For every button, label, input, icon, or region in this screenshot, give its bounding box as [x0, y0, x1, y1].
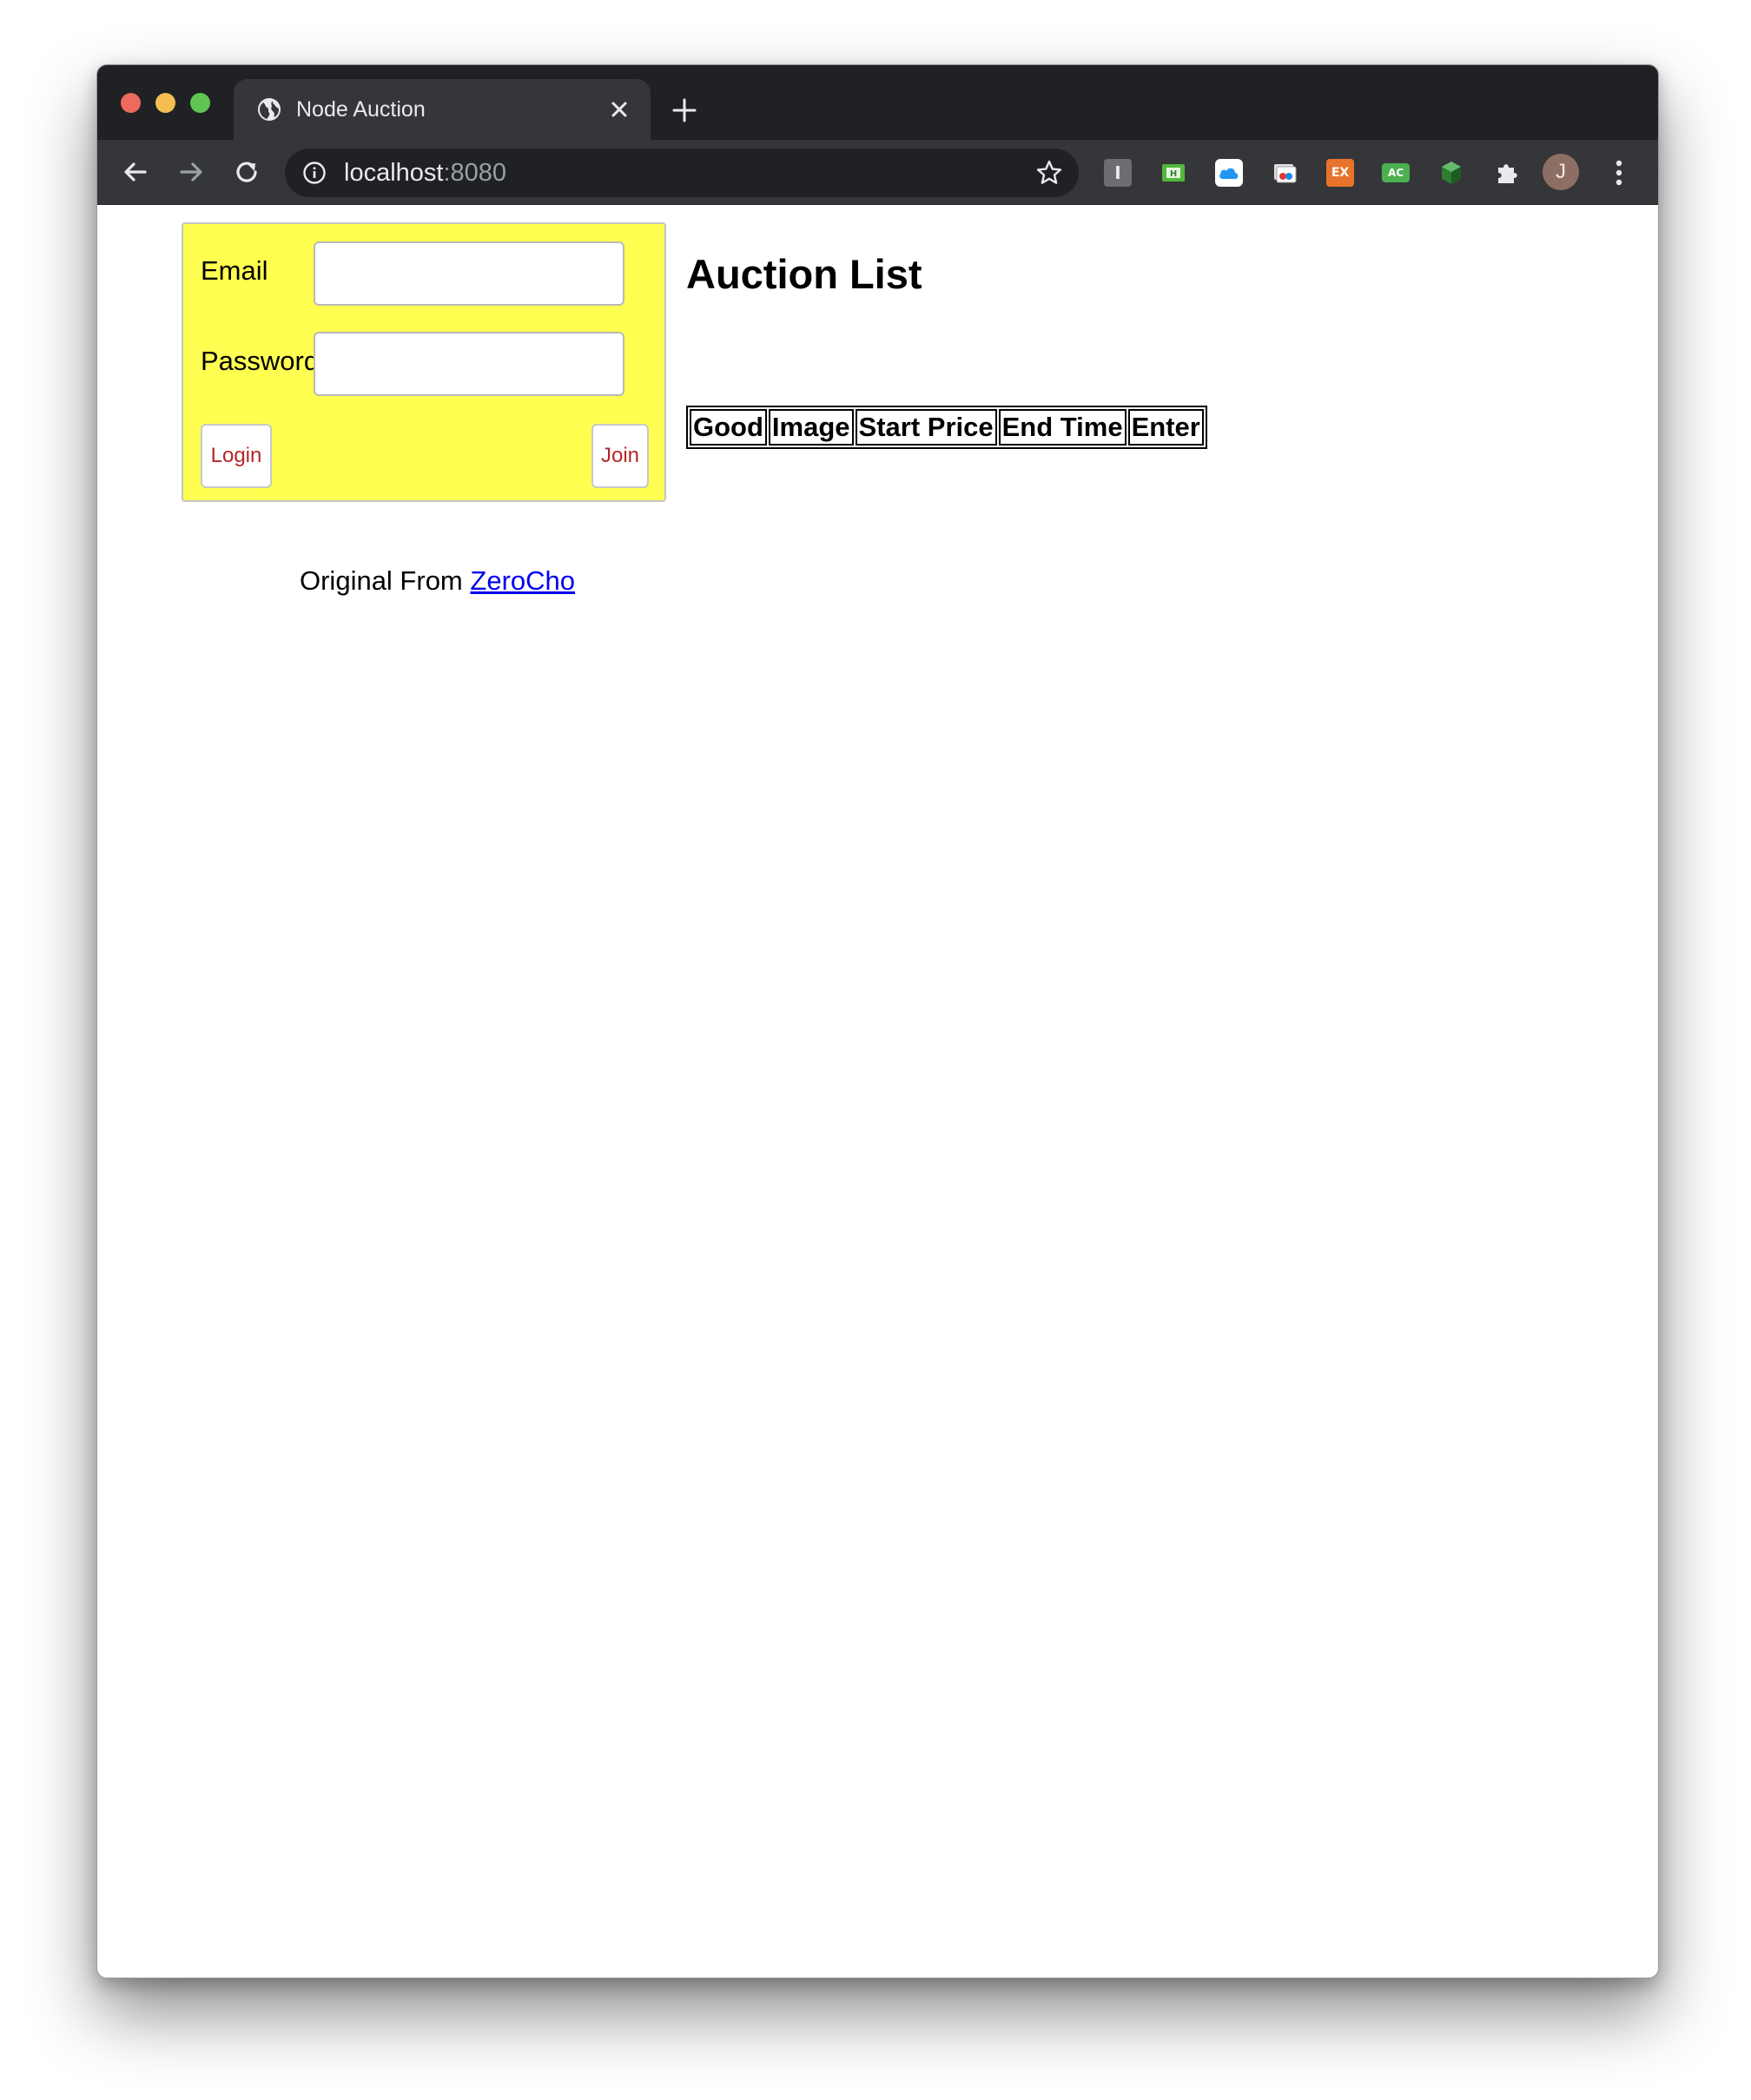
svg-text:H: H	[1170, 169, 1177, 179]
more-vertical-icon[interactable]	[1610, 155, 1628, 190]
tab-node-auction[interactable]: Node Auction	[234, 79, 651, 140]
minimize-window-button[interactable]	[155, 93, 175, 113]
close-icon[interactable]	[604, 94, 635, 125]
table-header-row: Good Image Start Price End Time Enter	[690, 409, 1204, 446]
column-header-good: Good	[690, 409, 767, 446]
column-header-end-time: End Time	[998, 409, 1127, 446]
column-header-start-price: Start Price	[855, 409, 997, 446]
extension-green-h-icon[interactable]: H	[1160, 159, 1187, 187]
tab-strip: Node Auction	[97, 65, 1658, 140]
extension-ac-icon[interactable]: AC	[1382, 163, 1410, 182]
address-bar[interactable]: localhost:8080	[285, 149, 1079, 197]
zoom-window-button[interactable]	[190, 93, 210, 113]
back-arrow-icon[interactable]	[118, 155, 153, 189]
tab-title: Node Auction	[296, 97, 426, 122]
url-port: :8080	[443, 159, 507, 187]
extension-cloud-icon[interactable]	[1215, 159, 1243, 187]
column-header-image: Image	[768, 409, 854, 446]
email-field[interactable]	[314, 241, 624, 306]
close-window-button[interactable]	[121, 93, 141, 113]
extension-ex-icon[interactable]: EX	[1326, 159, 1354, 187]
globe-icon	[258, 98, 281, 121]
extension-i-icon[interactable]: I	[1104, 159, 1132, 187]
browser-toolbar: localhost:8080 I H EX AC J	[97, 140, 1658, 205]
extension-cube-icon[interactable]	[1437, 159, 1465, 187]
join-button[interactable]: Join	[591, 424, 649, 488]
login-button[interactable]: Login	[201, 424, 272, 488]
plus-icon[interactable]	[669, 95, 700, 126]
reload-icon[interactable]	[229, 155, 264, 189]
browser-window: Node Auction localhost:8080 I H EX AC J …	[96, 64, 1659, 1978]
column-header-enter: Enter	[1127, 409, 1204, 446]
bookmark-star-icon[interactable]	[1035, 159, 1063, 187]
password-field[interactable]	[314, 332, 624, 396]
extensions-puzzle-icon[interactable]	[1493, 159, 1521, 187]
password-label: Password	[201, 346, 320, 376]
profile-avatar[interactable]: J	[1543, 154, 1579, 190]
page-title: Auction List	[686, 251, 922, 297]
login-form: Email Password Login Join	[182, 222, 666, 502]
auction-table: Good Image Start Price End Time Enter	[686, 406, 1207, 449]
email-label: Email	[201, 255, 268, 286]
credit-line: Original From ZeroCho	[300, 564, 575, 598]
info-icon[interactable]	[302, 161, 327, 185]
extension-screenshot-icon[interactable]	[1271, 159, 1298, 187]
credit-prefix: Original From	[300, 565, 463, 596]
url-host: localhost	[344, 159, 444, 187]
forward-arrow-icon[interactable]	[174, 155, 208, 189]
zerocho-link[interactable]: ZeroCho	[470, 565, 575, 596]
page-content: Email Password Login Join Original From …	[97, 205, 1658, 1978]
url-text: localhost:8080	[344, 158, 506, 188]
